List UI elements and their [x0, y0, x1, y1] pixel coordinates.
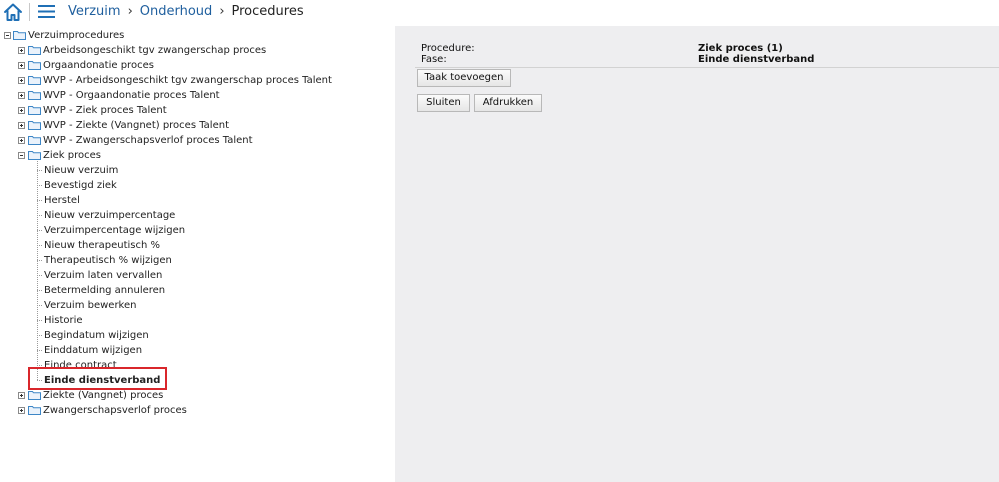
print-button[interactable]: Afdrukken: [474, 94, 542, 112]
tree-connector: [37, 161, 38, 380]
detail-divider: [415, 67, 999, 68]
expand-icon[interactable]: [18, 137, 25, 144]
folder-icon: [28, 391, 41, 400]
tree-leaf-label: Betermelding annuleren: [44, 285, 166, 296]
breadcrumb-procedures: Procedures: [231, 4, 304, 19]
tree-leaf-label: Historie: [44, 315, 83, 326]
procedure-value: Ziek proces (1): [698, 43, 783, 54]
tree-folder-label: Zwangerschapsverlof proces: [43, 405, 187, 416]
tree-folder-label: WVP - Arbeidsongeschikt tgv zwangerschap…: [43, 75, 332, 86]
tree-leaf-label: Nieuw verzuimpercentage: [44, 210, 176, 221]
expand-icon[interactable]: [18, 62, 25, 69]
fase-label: Fase:: [421, 54, 447, 65]
close-button[interactable]: Sluiten: [417, 94, 470, 112]
folder-icon: [13, 31, 26, 40]
home-icon[interactable]: [3, 2, 23, 22]
tree-folder-label: WVP - Ziekte (Vangnet) proces Talent: [43, 120, 229, 131]
tree-leaf-label: Herstel: [44, 195, 80, 206]
tree-folder-label: Arbeidsongeschikt tgv zwangerschap proce…: [43, 45, 267, 56]
folder-icon: [28, 91, 41, 100]
folder-icon: [28, 121, 41, 130]
tree-leaf-label: Bevestigd ziek: [44, 180, 117, 191]
tree-folder-label: Orgaandonatie proces: [43, 60, 154, 71]
tree-pane: Verzuimprocedures Arbeidsongeschikt tgv z…: [0, 26, 395, 482]
tree-folder-label: WVP - Orgaandonatie proces Talent: [43, 90, 220, 101]
expand-icon[interactable]: [18, 392, 25, 399]
tree-folder-label: WVP - Ziek proces Talent: [43, 105, 167, 116]
folder-icon: [28, 76, 41, 85]
folder-icon: [28, 136, 41, 145]
tree-root-label: Verzuimprocedures: [28, 30, 125, 41]
breadcrumb-onderhoud[interactable]: Onderhoud: [140, 4, 213, 19]
tree-leaf-label: Verzuim laten vervallen: [44, 270, 163, 281]
chevron-right-icon: ›: [219, 4, 225, 19]
selection-highlight-box: [28, 367, 167, 390]
fase-value: Einde dienstverband: [698, 54, 815, 65]
add-task-button[interactable]: Taak toevoegen: [417, 69, 511, 87]
tree-folder-label: Ziek proces: [43, 150, 101, 161]
tree-leaf-label: Begindatum wijzigen: [44, 330, 149, 341]
folder-icon: [28, 61, 41, 70]
expand-icon[interactable]: [18, 92, 25, 99]
folder-icon: [28, 151, 41, 160]
procedure-label: Procedure:: [421, 43, 475, 54]
topbar-divider: [29, 3, 30, 21]
tree-leaf-label: Therapeutisch % wijzigen: [44, 255, 172, 266]
tree-folder-label: Ziekte (Vangnet) proces: [43, 390, 164, 401]
expand-icon[interactable]: [18, 47, 25, 54]
expand-icon[interactable]: [18, 107, 25, 114]
top-bar: Verzuim › Onderhoud › Procedures: [0, 0, 999, 24]
expand-icon[interactable]: [18, 122, 25, 129]
folder-icon: [28, 46, 41, 55]
tree-leaf-label: Nieuw therapeutisch %: [44, 240, 161, 251]
tree-folder-label: WVP - Zwangerschapsverlof proces Talent: [43, 135, 253, 146]
breadcrumb: Verzuim › Onderhoud › Procedures: [68, 4, 304, 19]
collapse-icon[interactable]: [18, 152, 25, 159]
folder-icon: [28, 406, 41, 415]
tree-leaf-label: Verzuimpercentage wijzigen: [44, 225, 186, 236]
tree-leaf-label: Nieuw verzuim: [44, 165, 119, 176]
collapse-icon[interactable]: [4, 32, 11, 39]
tree-leaf-label: Verzuim bewerken: [44, 300, 137, 311]
expand-icon[interactable]: [18, 77, 25, 84]
tree-leaf-label: Einddatum wijzigen: [44, 345, 143, 356]
menu-icon[interactable]: [38, 5, 55, 18]
chevron-right-icon: ›: [127, 4, 133, 19]
breadcrumb-verzuim[interactable]: Verzuim: [68, 4, 121, 19]
expand-icon[interactable]: [18, 407, 25, 414]
folder-icon: [28, 106, 41, 115]
